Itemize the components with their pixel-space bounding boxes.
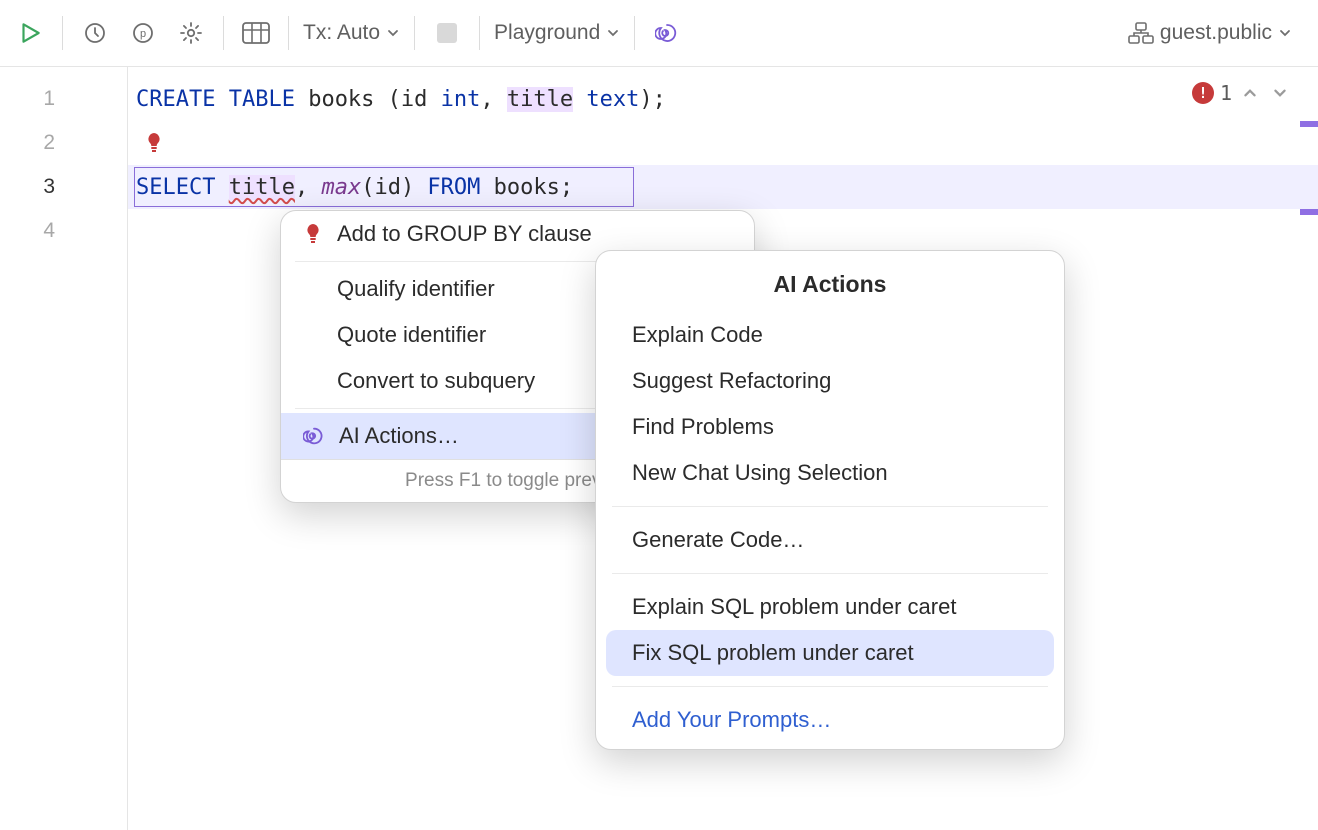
separator bbox=[288, 16, 289, 50]
explain-plan-button[interactable]: p bbox=[119, 9, 167, 57]
ai-action-explain-sql-problem[interactable]: Explain SQL problem under caret bbox=[606, 584, 1054, 630]
tx-mode-dropdown[interactable]: Tx: Auto bbox=[297, 21, 406, 45]
code-line: CREATE TABLE books (id int, title text); bbox=[128, 77, 1318, 121]
separator bbox=[612, 686, 1048, 687]
schema-dropdown[interactable]: guest.public bbox=[1122, 21, 1298, 45]
intention-label: Quote identifier bbox=[337, 322, 486, 348]
error-indicator[interactable]: 1 bbox=[1192, 81, 1292, 105]
chevron-down-icon bbox=[1278, 26, 1292, 40]
separator bbox=[414, 16, 415, 50]
ai-action-add-prompts[interactable]: Add Your Prompts… bbox=[606, 697, 1054, 743]
gutter-line: 2 bbox=[0, 121, 127, 165]
next-error-button[interactable] bbox=[1268, 85, 1292, 101]
separator bbox=[612, 506, 1048, 507]
stop-icon bbox=[437, 23, 457, 43]
svg-text:p: p bbox=[140, 28, 146, 40]
history-button[interactable] bbox=[71, 9, 119, 57]
separator bbox=[612, 573, 1048, 574]
schema-icon bbox=[1128, 22, 1154, 44]
clock-icon bbox=[83, 21, 107, 45]
code-line bbox=[128, 121, 1318, 165]
separator bbox=[634, 16, 635, 50]
database-label: Playground bbox=[494, 21, 600, 45]
chevron-down-icon bbox=[606, 26, 620, 40]
separator bbox=[479, 16, 480, 50]
ai-action-new-chat[interactable]: New Chat Using Selection bbox=[606, 450, 1054, 496]
bulb-icon bbox=[303, 222, 323, 246]
code-line: SELECT title, max(id) FROM books; bbox=[128, 165, 1318, 209]
schema-label: guest.public bbox=[1160, 21, 1272, 45]
ai-assistant-button[interactable] bbox=[643, 9, 691, 57]
gutter-line: 4 bbox=[0, 209, 127, 253]
popup-title: AI Actions bbox=[596, 251, 1064, 312]
ai-action-find-problems[interactable]: Find Problems bbox=[606, 404, 1054, 450]
run-button[interactable] bbox=[6, 9, 54, 57]
spiral-icon bbox=[303, 425, 325, 447]
prev-error-button[interactable] bbox=[1238, 85, 1262, 101]
spiral-icon bbox=[655, 21, 679, 45]
ai-action-generate-code[interactable]: Generate Code… bbox=[606, 517, 1054, 563]
intention-label: AI Actions… bbox=[339, 423, 459, 449]
database-dropdown[interactable]: Playground bbox=[488, 21, 626, 45]
error-count: 1 bbox=[1220, 81, 1232, 105]
intention-label: Convert to subquery bbox=[337, 368, 535, 394]
circle-p-icon: p bbox=[131, 21, 155, 45]
error-icon bbox=[1192, 82, 1214, 104]
separator bbox=[62, 16, 63, 50]
gutter: 1 2 3 4 bbox=[0, 67, 128, 830]
error-stripe[interactable] bbox=[1300, 209, 1318, 215]
stop-button[interactable] bbox=[423, 9, 471, 57]
error-stripe[interactable] bbox=[1300, 121, 1318, 127]
ai-actions-popup: AI Actions Explain Code Suggest Refactor… bbox=[595, 250, 1065, 750]
separator bbox=[223, 16, 224, 50]
gear-icon bbox=[179, 21, 203, 45]
ai-action-fix-sql-problem[interactable]: Fix SQL problem under caret bbox=[606, 630, 1054, 676]
ai-action-explain-code[interactable]: Explain Code bbox=[606, 312, 1054, 358]
toolbar: p Tx: Auto Playground guest.public bbox=[0, 0, 1318, 67]
table-icon bbox=[242, 22, 270, 44]
chevron-down-icon bbox=[386, 26, 400, 40]
ai-action-suggest-refactoring[interactable]: Suggest Refactoring bbox=[606, 358, 1054, 404]
settings-button[interactable] bbox=[167, 9, 215, 57]
toolbar-right: guest.public bbox=[1122, 21, 1312, 45]
play-icon bbox=[17, 20, 43, 46]
gutter-line: 1 bbox=[0, 77, 127, 121]
tx-mode-label: Tx: Auto bbox=[303, 21, 380, 45]
intention-label: Add to GROUP BY clause bbox=[337, 221, 592, 247]
output-mode-button[interactable] bbox=[232, 9, 280, 57]
intention-label: Qualify identifier bbox=[337, 276, 495, 302]
gutter-line: 3 bbox=[0, 165, 127, 209]
